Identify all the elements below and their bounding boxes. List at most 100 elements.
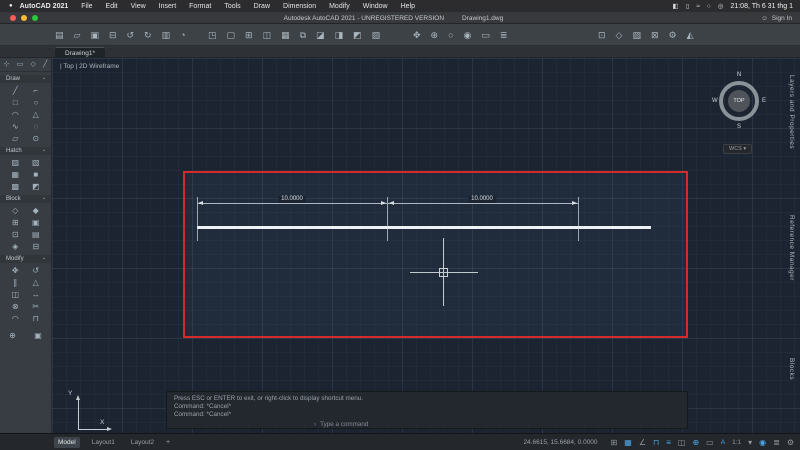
- polar-tracking-icon[interactable]: ∠: [639, 438, 646, 447]
- object-snap-icon[interactable]: ⊓: [653, 438, 659, 447]
- explode-tool-icon[interactable]: ⊓: [33, 314, 39, 323]
- osnap-tracking-icon[interactable]: ⊕: [692, 438, 699, 447]
- battery-icon[interactable]: ▯: [686, 2, 690, 10]
- tab-blocks[interactable]: Blocks: [788, 358, 795, 380]
- scale-dropdown-icon[interactable]: ▾: [748, 438, 752, 447]
- tool-palettes-icon[interactable]: ⊡: [598, 30, 606, 41]
- add-layout-button[interactable]: +: [166, 439, 170, 446]
- move-tool-icon[interactable]: ✥: [12, 266, 19, 275]
- wcs-dropdown[interactable]: WCS ▾: [723, 144, 752, 154]
- compass-north[interactable]: N: [737, 72, 741, 78]
- circle-tool-icon[interactable]: ○: [33, 98, 38, 107]
- grid-toolbar-icon[interactable]: ⊞: [245, 30, 253, 41]
- command-list-icon[interactable]: ≣: [500, 30, 508, 41]
- workspace-icon[interactable]: ▥: [162, 30, 171, 41]
- tab-model[interactable]: Model: [54, 437, 80, 448]
- tab-layers-properties[interactable]: Layers and Properties: [788, 75, 795, 149]
- menu-draw[interactable]: Draw: [254, 3, 270, 10]
- compass-east[interactable]: E: [762, 98, 766, 104]
- annotation-scale[interactable]: 1:1: [732, 439, 741, 446]
- menu-tools[interactable]: Tools: [224, 3, 240, 10]
- boundary-tool-icon[interactable]: ▦: [11, 170, 19, 179]
- menu-window[interactable]: Window: [363, 3, 388, 10]
- apple-menu-icon[interactable]: ●: [9, 3, 13, 9]
- annotation-icon[interactable]: A: [721, 439, 725, 446]
- block-editor-icon[interactable]: ▣: [32, 218, 40, 227]
- compass-south[interactable]: S: [737, 124, 741, 130]
- gradient-tool-icon[interactable]: ▧: [32, 158, 40, 167]
- insert-block-icon[interactable]: ◇: [12, 206, 18, 215]
- section-header-hatch[interactable]: Hatch ▪: [0, 147, 51, 155]
- arc-tool-icon[interactable]: ◠: [12, 110, 19, 119]
- table-toolbar-icon[interactable]: ◪: [316, 30, 325, 41]
- point-tool-icon[interactable]: ◌: [33, 122, 38, 131]
- save-icon[interactable]: ▣: [90, 30, 99, 41]
- tab-reference-manager[interactable]: Reference Manager: [788, 215, 795, 281]
- dynamic-input-icon[interactable]: ◫: [678, 438, 686, 447]
- tab-layout2[interactable]: Layout2: [127, 437, 158, 448]
- write-block-icon[interactable]: ⊡: [12, 230, 19, 239]
- section-options-icon[interactable]: ▪: [43, 256, 45, 262]
- palette-layout-icon[interactable]: ▭: [17, 60, 24, 69]
- render-icon[interactable]: ◭: [687, 30, 694, 41]
- menu-modify[interactable]: Modify: [329, 3, 350, 10]
- zoom-button[interactable]: [32, 15, 38, 21]
- command-line-panel[interactable]: Press ESC or ENTER to exit, or right-cli…: [166, 391, 688, 429]
- sync-attributes-icon[interactable]: ⊟: [32, 242, 39, 251]
- design-center-icon[interactable]: ◇: [616, 30, 623, 41]
- zoom-extents-icon[interactable]: ⊕: [431, 30, 439, 41]
- rectangle-tool-icon[interactable]: □: [13, 98, 18, 107]
- section-options-icon[interactable]: ▪: [43, 196, 45, 202]
- menu-view[interactable]: View: [131, 3, 146, 10]
- drawn-line[interactable]: [197, 226, 651, 229]
- donut-tool-icon[interactable]: ⊙: [32, 134, 39, 143]
- snap-icon[interactable]: ▦: [624, 438, 632, 447]
- section-header-block[interactable]: Block ▪: [0, 195, 51, 203]
- workspace-switch-icon[interactable]: ▭: [706, 438, 714, 447]
- undo-icon[interactable]: ↺: [127, 30, 135, 41]
- offset-tool-icon[interactable]: ∥: [13, 278, 17, 287]
- customization-gear-icon[interactable]: ⚙: [787, 438, 794, 447]
- polygon-tool-icon[interactable]: △: [33, 110, 39, 119]
- lineweight-icon[interactable]: ≡: [666, 438, 671, 447]
- region-tool-icon[interactable]: ◩: [32, 182, 40, 191]
- palette-drafting-icon[interactable]: ╱: [43, 60, 47, 69]
- grid-icon[interactable]: ⊞: [611, 438, 618, 447]
- layer-palette-icon[interactable]: ◳: [208, 30, 217, 41]
- properties-toolbar-icon[interactable]: ◫: [263, 30, 272, 41]
- print-plot-icon[interactable]: ⊟: [109, 30, 117, 41]
- recent-docs-icon[interactable]: ◔: [180, 30, 185, 40]
- menubar-clock[interactable]: 21:08, Th 6 31 thg 1: [730, 3, 793, 10]
- compass-west[interactable]: W: [712, 98, 718, 104]
- drawing-tab[interactable]: Drawing1*: [55, 47, 105, 58]
- insert-block-toolbar-icon[interactable]: ▢: [227, 30, 236, 41]
- solid-hatch-icon[interactable]: ■: [33, 170, 38, 179]
- section-header-draw[interactable]: Draw ▪: [0, 75, 51, 83]
- define-attribute-icon[interactable]: ⊞: [12, 218, 19, 227]
- text-toolbar-icon[interactable]: ◨: [335, 30, 344, 41]
- create-block-icon[interactable]: ◆: [33, 206, 39, 215]
- palette-settings-icon[interactable]: ▣: [34, 331, 42, 340]
- minimize-button[interactable]: [21, 15, 27, 21]
- section-header-modify[interactable]: Modify ▪: [0, 255, 51, 263]
- menu-insert[interactable]: Insert: [159, 3, 177, 10]
- redo-icon[interactable]: ↻: [144, 30, 152, 41]
- display-mirroring-icon[interactable]: ◧: [673, 2, 679, 10]
- new-file-icon[interactable]: ▤: [55, 30, 64, 41]
- pattern-hatch-icon[interactable]: ▩: [11, 182, 19, 191]
- settings-gear-icon[interactable]: ⚙: [669, 30, 677, 41]
- section-options-icon[interactable]: ▪: [43, 76, 45, 82]
- compass-top-face[interactable]: TOP: [728, 90, 750, 112]
- base-point-icon[interactable]: ▤: [32, 230, 40, 239]
- orbit-icon[interactable]: ◉: [464, 30, 472, 41]
- section-options-icon[interactable]: ▪: [43, 148, 45, 154]
- hatch-toolbar-icon[interactable]: ▦: [281, 30, 290, 41]
- attribute-manager-icon[interactable]: ◈: [12, 242, 18, 251]
- search-icon[interactable]: ○: [707, 3, 711, 10]
- annotation-visibility-icon[interactable]: ◉: [759, 438, 766, 447]
- drawing-canvas[interactable]: | Top | 2D Wireframe N W E S TOP WCS ▾ L…: [52, 58, 800, 433]
- sign-in-button[interactable]: ☺ Sign In: [761, 12, 792, 24]
- xref-toolbar-icon[interactable]: ⧉: [300, 30, 306, 41]
- hatch-tool-icon[interactable]: ▨: [11, 158, 19, 167]
- rotate-tool-icon[interactable]: ↺: [32, 266, 39, 275]
